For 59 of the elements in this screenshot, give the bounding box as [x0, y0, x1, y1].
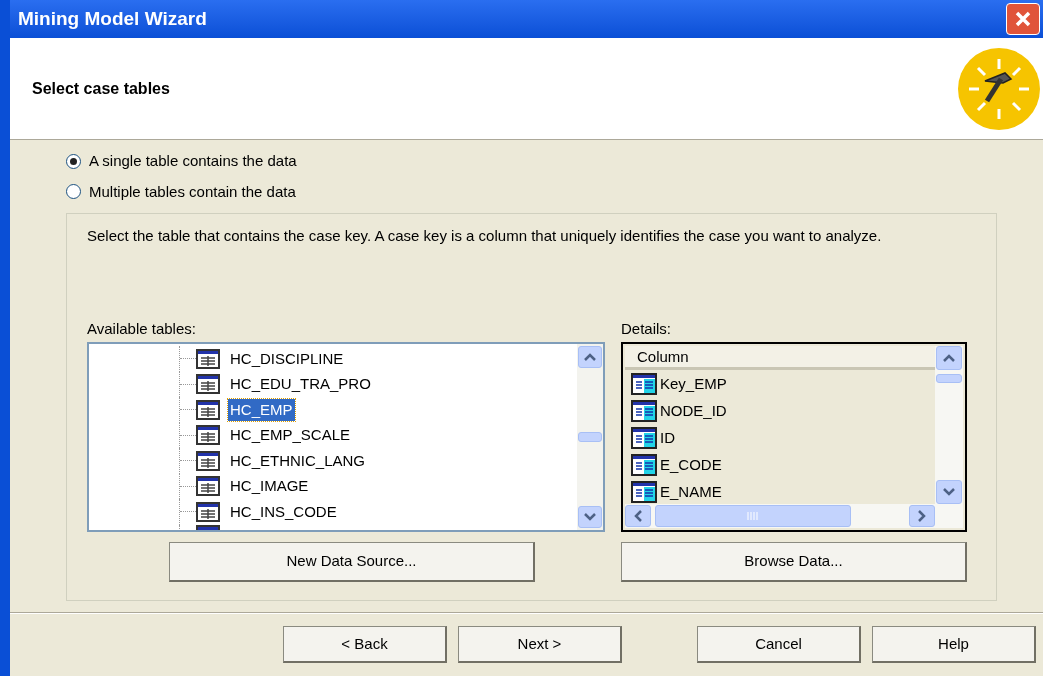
list-label: Available tables:: [87, 319, 197, 339]
page-title: Select case tables: [32, 78, 170, 99]
scroll-up-button[interactable]: [936, 346, 962, 370]
column-icon: [631, 372, 657, 395]
scroll-down-button[interactable]: [936, 480, 962, 504]
chevron-up-icon: [584, 353, 596, 361]
column-icon: [631, 426, 657, 449]
table-icon: [196, 476, 220, 497]
column-name[interactable]: E_CODE: [660, 455, 722, 474]
chevron-up-icon: [943, 354, 955, 362]
window-title: Mining Model Wizard: [18, 6, 207, 31]
table-icon: [196, 450, 220, 471]
table-icon: [196, 399, 220, 420]
chevron-right-icon: [918, 510, 926, 522]
scroll-left-button[interactable]: [625, 505, 651, 527]
help-button[interactable]: Help: [872, 626, 1036, 663]
tree-item[interactable]: HC_IMAGE: [228, 475, 311, 498]
new-data-source-button[interactable]: New Data Source...: [169, 542, 535, 582]
tree-item[interactable]: HC_EMP: [228, 398, 295, 421]
column-icon: [631, 480, 657, 503]
column-name[interactable]: E_NAME: [660, 482, 722, 501]
column-name[interactable]: NODE_ID: [660, 401, 727, 420]
table-icon: [196, 374, 220, 395]
tree-item[interactable]: HC_DISCIPLINE: [228, 347, 346, 370]
column-name[interactable]: Key_EMP: [660, 374, 727, 393]
back-button[interactable]: < Back: [283, 626, 447, 663]
scroll-thumb[interactable]: [936, 374, 962, 383]
browse-data-button[interactable]: Browse Data...: [621, 542, 967, 582]
chevron-down-icon: [943, 488, 955, 496]
tree-item[interactable]: HC_INS_CODE: [228, 500, 339, 523]
cancel-button[interactable]: Cancel: [697, 626, 861, 663]
vertical-scrollbar[interactable]: [577, 344, 603, 530]
radio-option[interactable]: A single table contains the data: [66, 150, 1043, 173]
tree-item[interactable]: HC_EMP_SCALE: [228, 424, 353, 447]
chevron-down-icon: [584, 513, 596, 521]
tree-item[interactable]: HC_EDU_TRA_PRO: [228, 373, 373, 396]
scroll-right-button[interactable]: [909, 505, 935, 527]
scroll-thumb[interactable]: [655, 505, 851, 527]
column-icon: [631, 399, 657, 422]
description-text: Select the table that contains the case key. A case key is a column that uniquely identifies the case you want to analyze.: [87, 226, 883, 246]
table-icon: [196, 425, 220, 446]
scroll-up-button[interactable]: [578, 346, 602, 368]
grip-icon: [747, 512, 759, 520]
table-icon: [196, 501, 220, 522]
column-header[interactable]: Column: [625, 346, 935, 370]
close-button[interactable]: [1006, 3, 1040, 35]
chevron-left-icon: [634, 510, 642, 522]
column-name[interactable]: ID: [660, 428, 675, 447]
table-icon: [196, 348, 220, 369]
tree-item[interactable]: HC_ETHNIC_LANG: [228, 449, 368, 472]
column-icon: [631, 453, 657, 476]
scroll-thumb[interactable]: [578, 432, 602, 442]
list-label: Details:: [621, 319, 673, 339]
radio-option[interactable]: Multiple tables contain the data: [66, 180, 1043, 203]
vertical-scrollbar[interactable]: [935, 346, 963, 504]
horizontal-scrollbar[interactable]: [625, 504, 963, 528]
scroll-down-button[interactable]: [578, 506, 602, 528]
next-button[interactable]: Next >: [458, 626, 622, 663]
close-icon: [1014, 10, 1032, 28]
